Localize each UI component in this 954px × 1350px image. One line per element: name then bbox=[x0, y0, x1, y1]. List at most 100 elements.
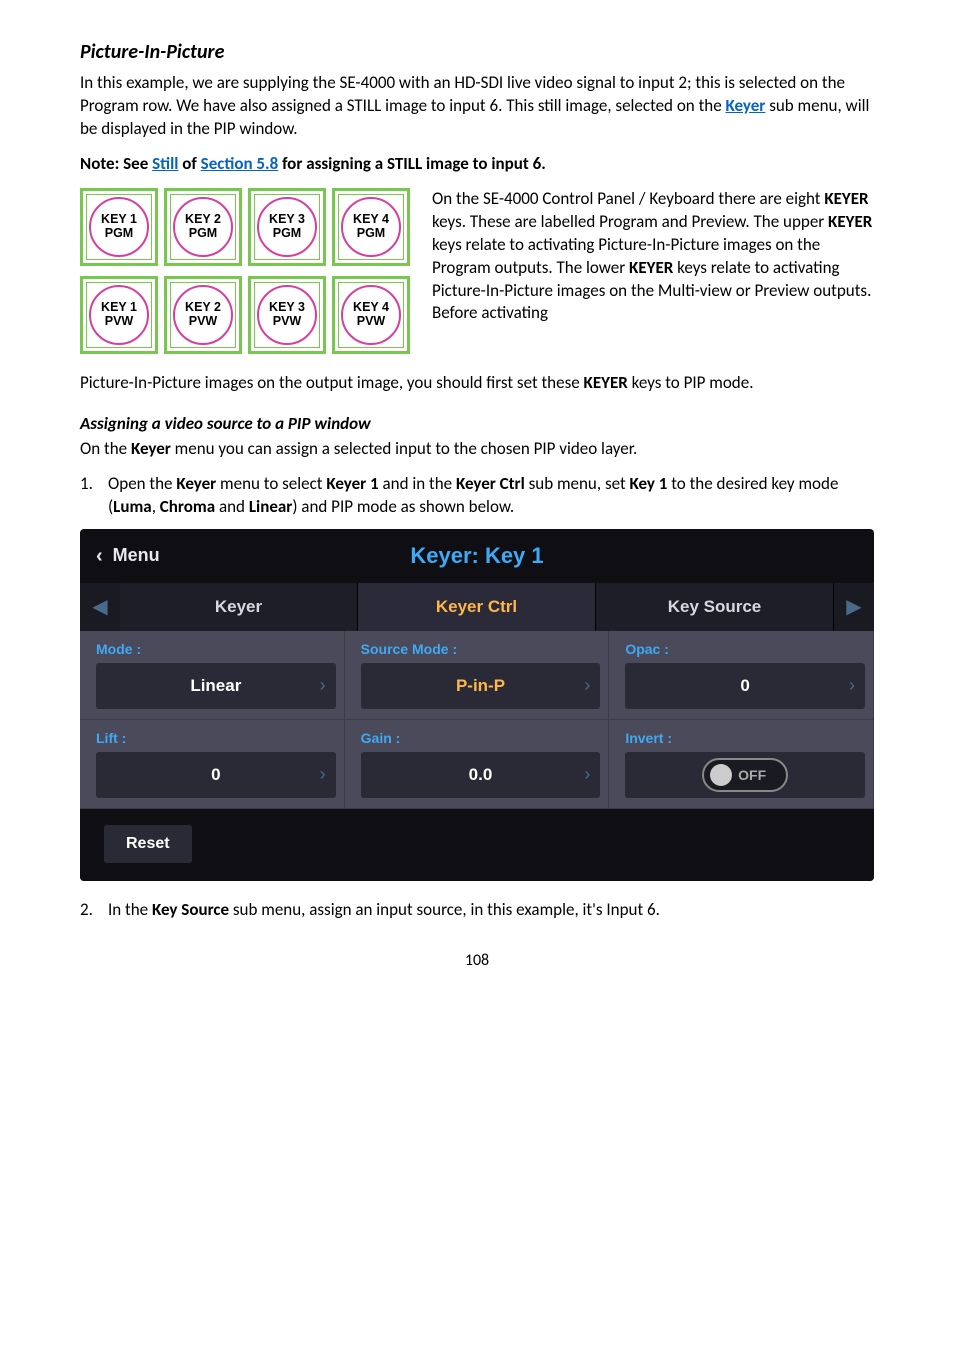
gain-cell: Gain : 0.0 › bbox=[345, 720, 610, 809]
lift-cell: Lift : 0 › bbox=[80, 720, 345, 809]
subheading: Assigning a video source to a PIP window bbox=[80, 413, 874, 434]
page-number: 108 bbox=[80, 951, 874, 970]
keyer-diagram: KEY 1PGM KEY 2PGM KEY 3PGM KEY 4PGM KEY … bbox=[80, 188, 420, 364]
text: Luma bbox=[113, 496, 152, 517]
text: Keyer Ctrl bbox=[456, 473, 525, 494]
panel-title: Keyer: Key 1 bbox=[350, 543, 604, 569]
paragraph: On the Keyer menu you can assign a selec… bbox=[80, 438, 874, 461]
text: keys to PIP mode. bbox=[628, 372, 754, 393]
key-label: KEY 4PVW bbox=[353, 301, 389, 329]
text: Chroma bbox=[160, 496, 215, 517]
key-label: KEY 4PGM bbox=[353, 213, 389, 241]
text: menu to select bbox=[216, 473, 326, 494]
text: Open the bbox=[108, 473, 176, 494]
text: menu you can assign a selected input to … bbox=[171, 438, 637, 459]
back-button[interactable]: ‹ Menu bbox=[96, 545, 350, 566]
key-label: KEY 3PVW bbox=[269, 301, 305, 329]
panel-header: ‹ Menu Keyer: Key 1 bbox=[80, 529, 874, 583]
settings-grid: Mode : Linear › Source Mode : P-in-P › O… bbox=[80, 631, 874, 809]
invert-toggle[interactable]: OFF bbox=[702, 758, 788, 792]
opac-label: Opac : bbox=[625, 641, 865, 657]
invert-label: Invert : bbox=[625, 730, 865, 746]
text: and in the bbox=[379, 473, 456, 494]
prev-tab-button[interactable]: ◀ bbox=[80, 583, 120, 631]
key2-pgm: KEY 2PGM bbox=[164, 188, 242, 266]
chevron-right-icon: › bbox=[584, 675, 590, 696]
key1-pvw: KEY 1PVW bbox=[80, 276, 158, 354]
tab-keyer[interactable]: Keyer bbox=[120, 583, 358, 631]
text: Key 1 bbox=[630, 473, 668, 494]
chevron-right-icon: › bbox=[320, 764, 326, 785]
float-paragraph: On the SE-4000 Control Panel / Keyboard … bbox=[432, 188, 874, 364]
key2-pvw: KEY 2PVW bbox=[164, 276, 242, 354]
text: and bbox=[215, 496, 249, 517]
source-mode-label: Source Mode : bbox=[361, 641, 601, 657]
list-item-1: 1. Open the Keyer menu to select Keyer 1… bbox=[80, 473, 874, 519]
text: sub menu, assign an input source, in thi… bbox=[229, 899, 660, 920]
list-item-2: 2. In the Key Source sub menu, assign an… bbox=[80, 899, 874, 922]
toggle-knob bbox=[710, 764, 732, 786]
document-page: Picture-In-Picture In this example, we a… bbox=[0, 0, 954, 1010]
section-link[interactable]: Section 5.8 bbox=[201, 153, 279, 174]
reset-button[interactable]: Reset bbox=[104, 825, 192, 863]
text: Keyer bbox=[131, 438, 171, 459]
tab-row: ◀ Keyer Keyer Ctrl Key Source ▶ bbox=[80, 583, 874, 631]
text: Picture-In-Picture images on the output … bbox=[80, 372, 584, 393]
source-mode-cell: Source Mode : P-in-P › bbox=[345, 631, 610, 720]
keyer-ui-panel: ‹ Menu Keyer: Key 1 ◀ Keyer Keyer Ctrl K… bbox=[80, 529, 874, 881]
text: keys. These are labelled Program and Pre… bbox=[432, 211, 828, 232]
next-tab-button[interactable]: ▶ bbox=[834, 583, 874, 631]
mode-selector[interactable]: Linear › bbox=[96, 663, 336, 709]
list-number: 2. bbox=[80, 899, 108, 922]
opac-cell: Opac : 0 › bbox=[609, 631, 874, 720]
chevron-right-icon: › bbox=[849, 675, 855, 696]
still-link[interactable]: Still bbox=[152, 153, 178, 174]
key1-pgm: KEY 1PGM bbox=[80, 188, 158, 266]
back-label: Menu bbox=[113, 545, 160, 566]
key-label: KEY 3PGM bbox=[269, 213, 305, 241]
keyer-link[interactable]: Keyer bbox=[726, 95, 766, 116]
chevron-left-icon: ‹ bbox=[96, 546, 103, 566]
source-mode-value: P-in-P bbox=[456, 676, 505, 696]
keyer-pvw-row: KEY 1PVW KEY 2PVW KEY 3PVW KEY 4PVW bbox=[80, 276, 420, 354]
key-label: KEY 1PVW bbox=[101, 301, 137, 329]
mode-cell: Mode : Linear › bbox=[80, 631, 345, 720]
diagram-text-row: KEY 1PGM KEY 2PGM KEY 3PGM KEY 4PGM KEY … bbox=[80, 188, 874, 364]
text: KEYER bbox=[828, 211, 872, 232]
key-label: KEY 2PGM bbox=[185, 213, 221, 241]
key4-pgm: KEY 4PGM bbox=[332, 188, 410, 266]
text: sub menu, set bbox=[525, 473, 630, 494]
opac-value: 0 bbox=[740, 676, 749, 696]
paragraph: In this example, we are supplying the SE… bbox=[80, 72, 874, 141]
tab-keyer-ctrl[interactable]: Keyer Ctrl bbox=[358, 583, 596, 631]
key3-pgm: KEY 3PGM bbox=[248, 188, 326, 266]
text: Keyer 1 bbox=[326, 473, 378, 494]
chevron-right-icon: › bbox=[584, 764, 590, 785]
section-title: Picture-In-Picture bbox=[80, 40, 874, 64]
opac-selector[interactable]: 0 › bbox=[625, 663, 865, 709]
mode-value: Linear bbox=[190, 676, 241, 696]
note-line: Note: See Still of Section 5.8 for assig… bbox=[80, 153, 874, 176]
paragraph: Picture-In-Picture images on the output … bbox=[80, 372, 874, 395]
key4-pvw: KEY 4PVW bbox=[332, 276, 410, 354]
text: In the bbox=[108, 899, 152, 920]
text: ) and PIP mode as shown below. bbox=[292, 496, 514, 517]
gain-value: 0.0 bbox=[469, 765, 493, 785]
keyer-pgm-row: KEY 1PGM KEY 2PGM KEY 3PGM KEY 4PGM bbox=[80, 188, 420, 266]
text: , bbox=[152, 496, 160, 517]
key-label: KEY 1PGM bbox=[101, 213, 137, 241]
text: Linear bbox=[249, 496, 292, 517]
invert-cell: Invert : OFF bbox=[609, 720, 874, 809]
gain-label: Gain : bbox=[361, 730, 601, 746]
text: KEYER bbox=[824, 188, 868, 209]
text: Keyer bbox=[176, 473, 216, 494]
tab-key-source[interactable]: Key Source bbox=[596, 583, 834, 631]
key3-pvw: KEY 3PVW bbox=[248, 276, 326, 354]
lift-label: Lift : bbox=[96, 730, 336, 746]
gain-selector[interactable]: 0.0 › bbox=[361, 752, 601, 798]
source-mode-selector[interactable]: P-in-P › bbox=[361, 663, 601, 709]
invert-value: OFF bbox=[738, 767, 766, 783]
text: for assigning a STILL image to input 6. bbox=[282, 153, 546, 174]
lift-selector[interactable]: 0 › bbox=[96, 752, 336, 798]
text: On the bbox=[80, 438, 131, 459]
